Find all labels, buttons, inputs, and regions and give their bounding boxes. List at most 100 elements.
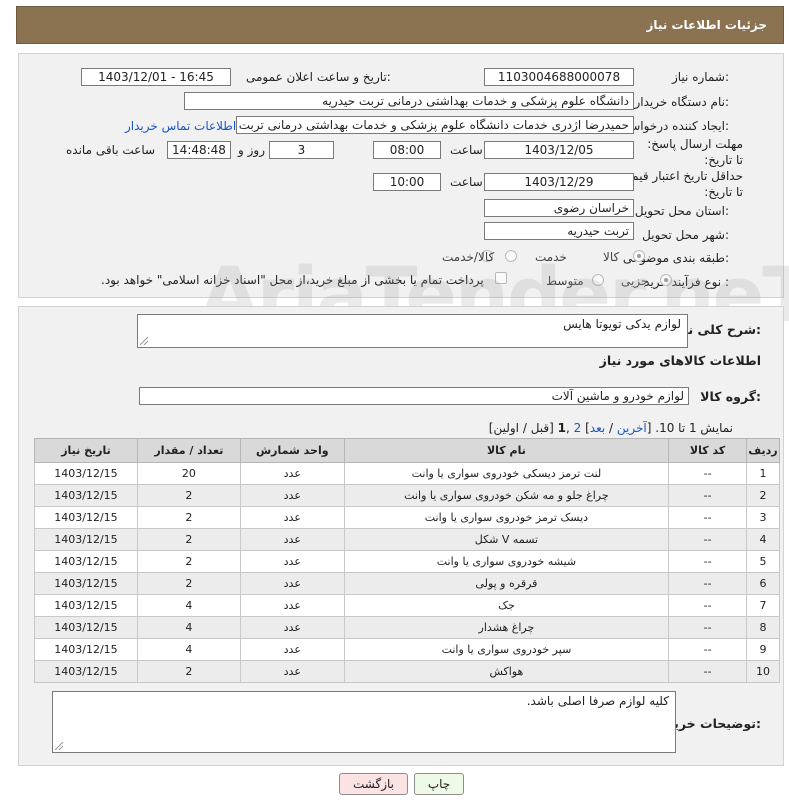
remaining-word: ساعت باقی مانده	[66, 143, 156, 157]
cell-quantity: 2	[136, 528, 241, 551]
cell-date: 1403/12/15	[34, 550, 138, 573]
page-header: جزئیات اطلاعات نیاز	[16, 6, 784, 44]
deadline-time-field: 08:00	[373, 141, 441, 159]
announce-label: تاریخ و ساعت اعلان عمومی:	[246, 70, 391, 84]
pager-sep2: ]	[581, 421, 590, 435]
cell-name: جک	[343, 594, 670, 617]
col-header-code: کد کالا	[668, 438, 748, 463]
table-row: 4 -- تسمه V شکل عدد 2 1403/12/15	[34, 528, 780, 551]
cell-quantity: 20	[136, 462, 241, 485]
notes-value: کلیه لوازم صرفا اصلی باشد.	[526, 694, 669, 708]
cell-row-number: 10	[746, 660, 780, 683]
print-button[interactable]: چاپ	[414, 773, 464, 795]
back-button[interactable]: بازگشت	[339, 773, 408, 795]
cell-code: --	[668, 594, 748, 617]
validity-time-word: ساعت	[450, 175, 483, 189]
cell-row-number: 5	[746, 550, 780, 573]
validity-date-field: 1403/12/29	[484, 173, 634, 191]
col-header-row-number: ردیف	[746, 438, 780, 463]
cell-quantity: 2	[136, 572, 241, 595]
need-number-label: شماره نیاز:	[671, 70, 729, 84]
process-minor-label: جزیی	[621, 274, 649, 288]
cell-row-number: 4	[746, 528, 780, 551]
cell-quantity: 2	[136, 484, 241, 507]
cell-code: --	[668, 528, 748, 551]
cell-row-number: 1	[746, 462, 780, 485]
cell-unit: عدد	[239, 462, 345, 485]
pager-next-link[interactable]: بعد	[590, 421, 605, 435]
cell-quantity: 4	[136, 616, 241, 639]
category-radio-service[interactable]	[505, 250, 517, 262]
category-goods-label: کالا	[603, 250, 620, 264]
cell-date: 1403/12/15	[34, 506, 138, 529]
cell-date: 1403/12/15	[34, 638, 138, 661]
resize-grip-icon[interactable]	[140, 337, 148, 345]
province-label: استان محل تحویل:	[634, 204, 729, 218]
cell-name: سپر خودروی سواری یا وانت	[343, 638, 670, 661]
cell-code: --	[668, 572, 748, 595]
pager-suffix: [قبل / اولین]	[488, 421, 558, 435]
category-radio-goods[interactable]	[633, 250, 645, 262]
pager: نمایش 1 تا 10. [آخرین / بعد] 2 ,1 [قبل /…	[489, 421, 733, 435]
cell-code: --	[668, 506, 748, 529]
table-row: 10 -- هواکش عدد 2 1403/12/15	[34, 660, 780, 683]
cell-date: 1403/12/15	[34, 484, 138, 507]
cell-date: 1403/12/15	[34, 616, 138, 639]
cell-row-number: 9	[746, 638, 780, 661]
days-field: 3	[269, 141, 334, 159]
cell-name: چراغ هشدار	[343, 616, 670, 639]
cell-date: 1403/12/15	[34, 462, 138, 485]
notes-field: کلیه لوازم صرفا اصلی باشد.	[52, 691, 676, 753]
process-radio-medium[interactable]	[592, 274, 604, 286]
table-row: 9 -- سپر خودروی سواری یا وانت عدد 4 1403/12/1…	[34, 638, 780, 661]
process-radio-minor[interactable]	[660, 274, 672, 286]
contact-info-link[interactable]: اطلاعات تماس خریدار	[125, 119, 236, 133]
process-label: نوع فرآیند خرید :	[644, 275, 729, 289]
cell-date: 1403/12/15	[34, 594, 138, 617]
cell-unit: عدد	[239, 528, 345, 551]
pager-prefix: نمایش 1 تا 10. [	[646, 421, 733, 435]
buyer-org-field: دانشگاه علوم پزشکی و خدمات بهداشتی درمان…	[184, 92, 634, 110]
cell-name: قرقره و پولی	[343, 572, 670, 595]
cell-row-number: 3	[746, 506, 780, 529]
pager-last-link[interactable]: آخرین	[617, 421, 647, 435]
deadline-time-word: ساعت	[450, 143, 483, 157]
cell-name: چراغ جلو و مه شکن خودروی سواری یا وانت	[343, 484, 670, 507]
cell-code: --	[668, 638, 748, 661]
table-row: 5 -- شیشه خودروی سواری یا وانت عدد 2 1403/12/…	[34, 550, 780, 573]
table-row: 2 -- چراغ جلو و مه شکن خودروی سواری یا وان…	[34, 484, 780, 507]
cell-date: 1403/12/15	[34, 528, 138, 551]
col-header-unit: واحد شمارش	[239, 438, 345, 463]
cell-unit: عدد	[239, 506, 345, 529]
city-label: شهر محل تحویل:	[642, 228, 729, 242]
cell-quantity: 2	[136, 506, 241, 529]
cell-name: هواکش	[343, 660, 670, 683]
requester-label: ایجاد کننده درخواست:	[618, 119, 729, 133]
cell-row-number: 2	[746, 484, 780, 507]
category-service-label: خدمت	[535, 250, 567, 264]
table-row: 7 -- جک عدد 4 1403/12/15	[34, 594, 780, 617]
cell-date: 1403/12/15	[34, 572, 138, 595]
resize-grip-icon[interactable]	[55, 742, 63, 750]
treasury-payment-note: پرداخت تمام یا بخشی از مبلغ خرید،از محل …	[101, 273, 484, 287]
remaining-time-field: 14:48:48	[167, 141, 231, 159]
table-row: 3 -- دیسک ترمز خودروی سواری یا وانت عدد 2 140…	[34, 506, 780, 529]
requester-field: حمیدرضا اژدری خدمات دانشگاه علوم پزشکی و…	[236, 116, 634, 134]
treasury-payment-checkbox[interactable]	[495, 272, 507, 284]
need-number-field: 1103004688000078	[484, 68, 634, 86]
cell-row-number: 6	[746, 572, 780, 595]
col-header-date: تاریخ نیاز	[34, 438, 138, 463]
col-header-name: نام کالا	[343, 438, 670, 463]
group-field: لوازم خودرو و ماشین آلات	[139, 387, 689, 405]
cell-code: --	[668, 550, 748, 573]
cell-name: لنت ترمز دیسکی خودروی سواری یا وانت	[343, 462, 670, 485]
process-medium-label: متوسط	[546, 274, 584, 288]
province-field: خراسان رضوی	[484, 199, 634, 217]
col-header-quantity: تعداد / مقدار	[136, 438, 241, 463]
group-label: گروه کالا:	[700, 389, 761, 404]
page-title: جزئیات اطلاعات نیاز	[646, 18, 767, 32]
cell-name: شیشه خودروی سواری یا وانت	[343, 550, 670, 573]
cell-name: دیسک ترمز خودروی سواری یا وانت	[343, 506, 670, 529]
cell-code: --	[668, 616, 748, 639]
category-both-label: کالا/خدمت	[442, 250, 495, 264]
